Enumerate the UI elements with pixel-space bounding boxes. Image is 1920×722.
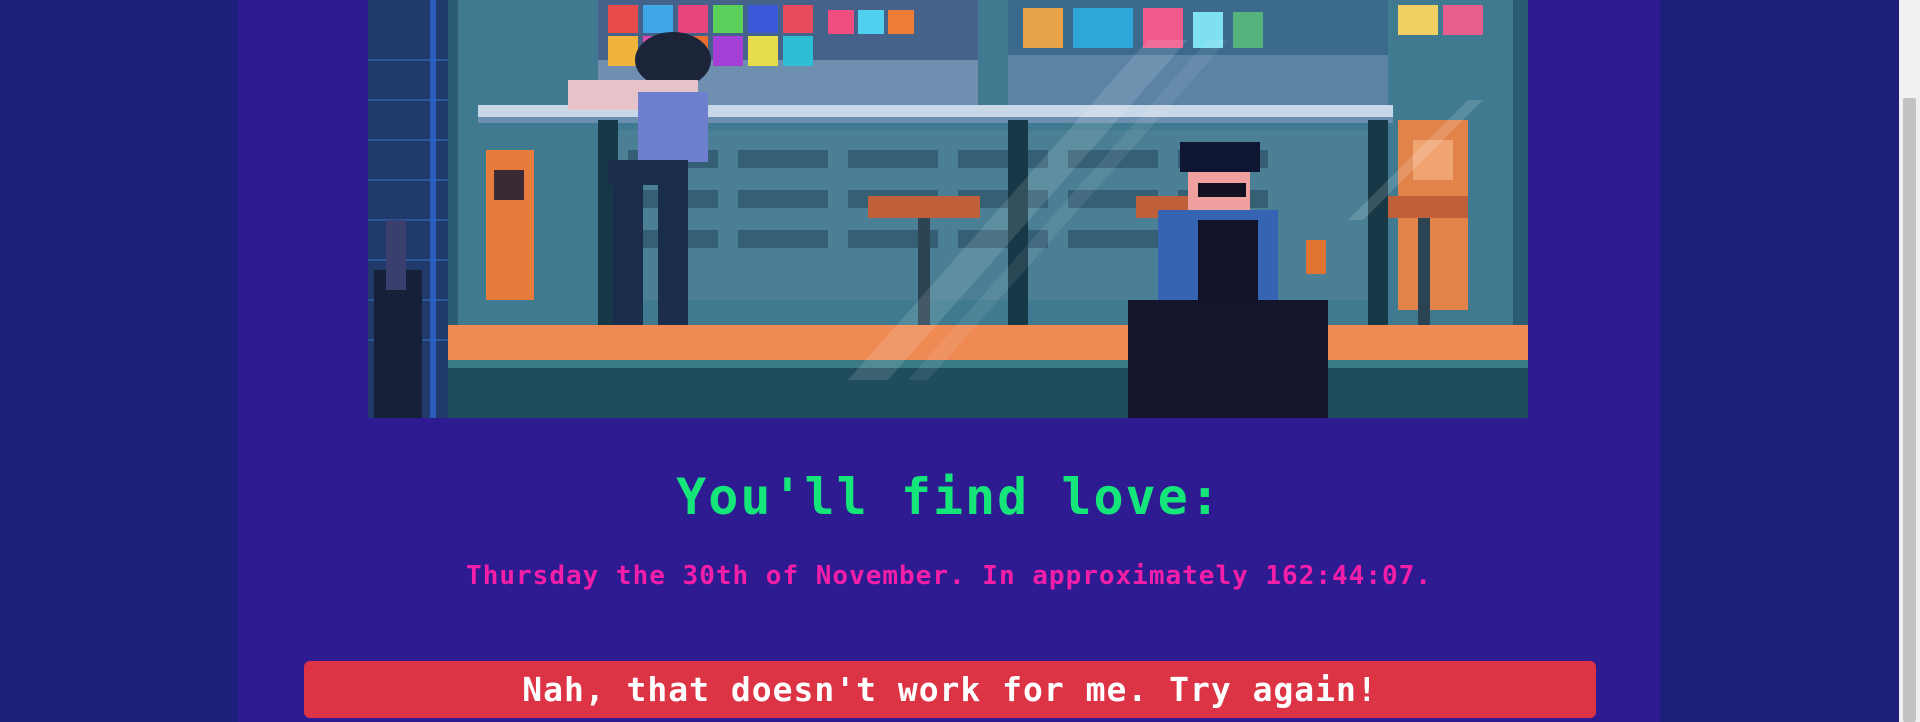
cafe-scene-svg xyxy=(368,0,1528,418)
page: You'll find love: Thursday the 30th of N… xyxy=(0,0,1920,722)
scrollbar-thumb[interactable] xyxy=(1903,98,1916,722)
result-detail: Thursday the 30th of November. In approx… xyxy=(466,561,1432,591)
result-headline: You'll find love: xyxy=(676,468,1222,526)
vertical-scrollbar[interactable] xyxy=(1899,0,1920,722)
try-again-button[interactable]: Nah, that doesn't work for me. Try again… xyxy=(304,661,1596,718)
main-content: You'll find love: Thursday the 30th of N… xyxy=(238,0,1660,722)
pixel-art-cafe-illustration xyxy=(368,0,1528,418)
